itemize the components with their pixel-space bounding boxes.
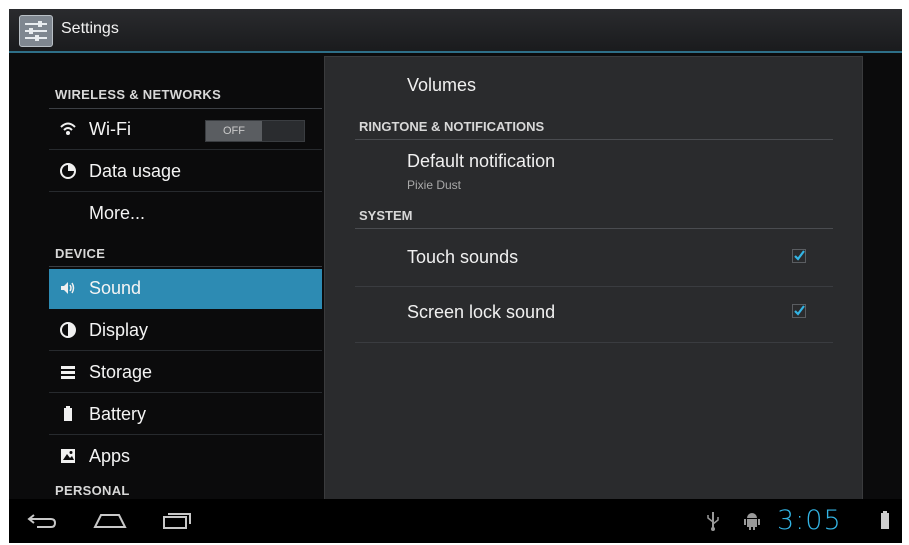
storage-icon (59, 363, 77, 381)
category-divider (355, 228, 833, 229)
android-screen: Settings WIRELESS & NETWORKS Wi-Fi OFF D… (9, 9, 902, 543)
sound-label: Sound (89, 278, 142, 298)
volumes-item[interactable]: Volumes (407, 75, 476, 96)
storage-label: Storage (89, 362, 153, 382)
list-item-sound[interactable]: Sound (49, 269, 322, 309)
touch-sounds-checkbox[interactable] (792, 249, 806, 263)
list-item-apps[interactable]: Apps (49, 437, 322, 477)
battery-icon (59, 405, 77, 423)
category-divider (355, 139, 833, 140)
recent-apps-icon[interactable] (162, 510, 192, 535)
category-personal: PERSONAL (55, 483, 130, 498)
category-ringtone-notifications: RINGTONE & NOTIFICATIONS (359, 119, 545, 134)
battery-status-icon (881, 511, 889, 534)
category-device: DEVICE (55, 246, 106, 261)
row-divider (49, 434, 322, 435)
row-divider (49, 392, 322, 393)
list-item-data-usage[interactable]: Data usage (49, 152, 322, 192)
wifi-toggle-off-label: OFF (206, 121, 262, 141)
status-clock: 3:05 (777, 505, 842, 536)
screen-lock-sound-label: Screen lock sound (407, 302, 556, 322)
display-label: Display (89, 320, 149, 340)
default-notification-value: Pixie Dust (407, 178, 462, 192)
back-icon[interactable] (27, 512, 57, 535)
system-navigation-bar: 3:05 (9, 499, 902, 543)
speaker-icon (59, 279, 77, 297)
screen-lock-sound-checkbox[interactable] (792, 304, 806, 318)
row-divider (355, 286, 833, 287)
wifi-icon (59, 120, 77, 138)
default-notification-title: Default notification (407, 151, 556, 171)
data-usage-icon (59, 162, 77, 180)
settings-category-list: WIRELESS & NETWORKS Wi-Fi OFF Data usage… (49, 53, 322, 499)
apps-icon (59, 447, 77, 465)
home-icon[interactable] (93, 511, 127, 534)
wifi-label: Wi-Fi (89, 119, 131, 139)
data-usage-label: Data usage (89, 161, 182, 181)
settings-app-icon[interactable] (19, 15, 53, 47)
android-debug-icon (744, 510, 760, 535)
touch-sounds-label: Touch sounds (407, 247, 519, 267)
category-system: SYSTEM (359, 208, 413, 223)
row-divider (49, 350, 322, 351)
row-divider (49, 149, 322, 150)
list-item-battery[interactable]: Battery (49, 395, 322, 435)
sound-settings-panel: Volumes RINGTONE & NOTIFICATIONS Default… (324, 56, 863, 501)
usb-icon (706, 511, 720, 536)
row-divider (355, 342, 833, 343)
battery-label: Battery (89, 404, 147, 424)
list-item-storage[interactable]: Storage (49, 353, 322, 393)
list-item-more[interactable]: More... (49, 194, 322, 234)
app-title: Settings (61, 20, 119, 37)
action-bar: Settings (9, 9, 902, 53)
category-wireless-networks: WIRELESS & NETWORKS (55, 87, 222, 102)
category-divider (49, 108, 322, 109)
wifi-toggle[interactable]: OFF (205, 120, 305, 142)
more-label: More... (89, 203, 146, 223)
category-divider (49, 266, 322, 267)
apps-label: Apps (89, 446, 131, 466)
list-item-display[interactable]: Display (49, 311, 322, 351)
display-icon (59, 321, 77, 339)
list-item-wifi[interactable]: Wi-Fi OFF (49, 110, 322, 150)
row-divider (49, 191, 322, 192)
